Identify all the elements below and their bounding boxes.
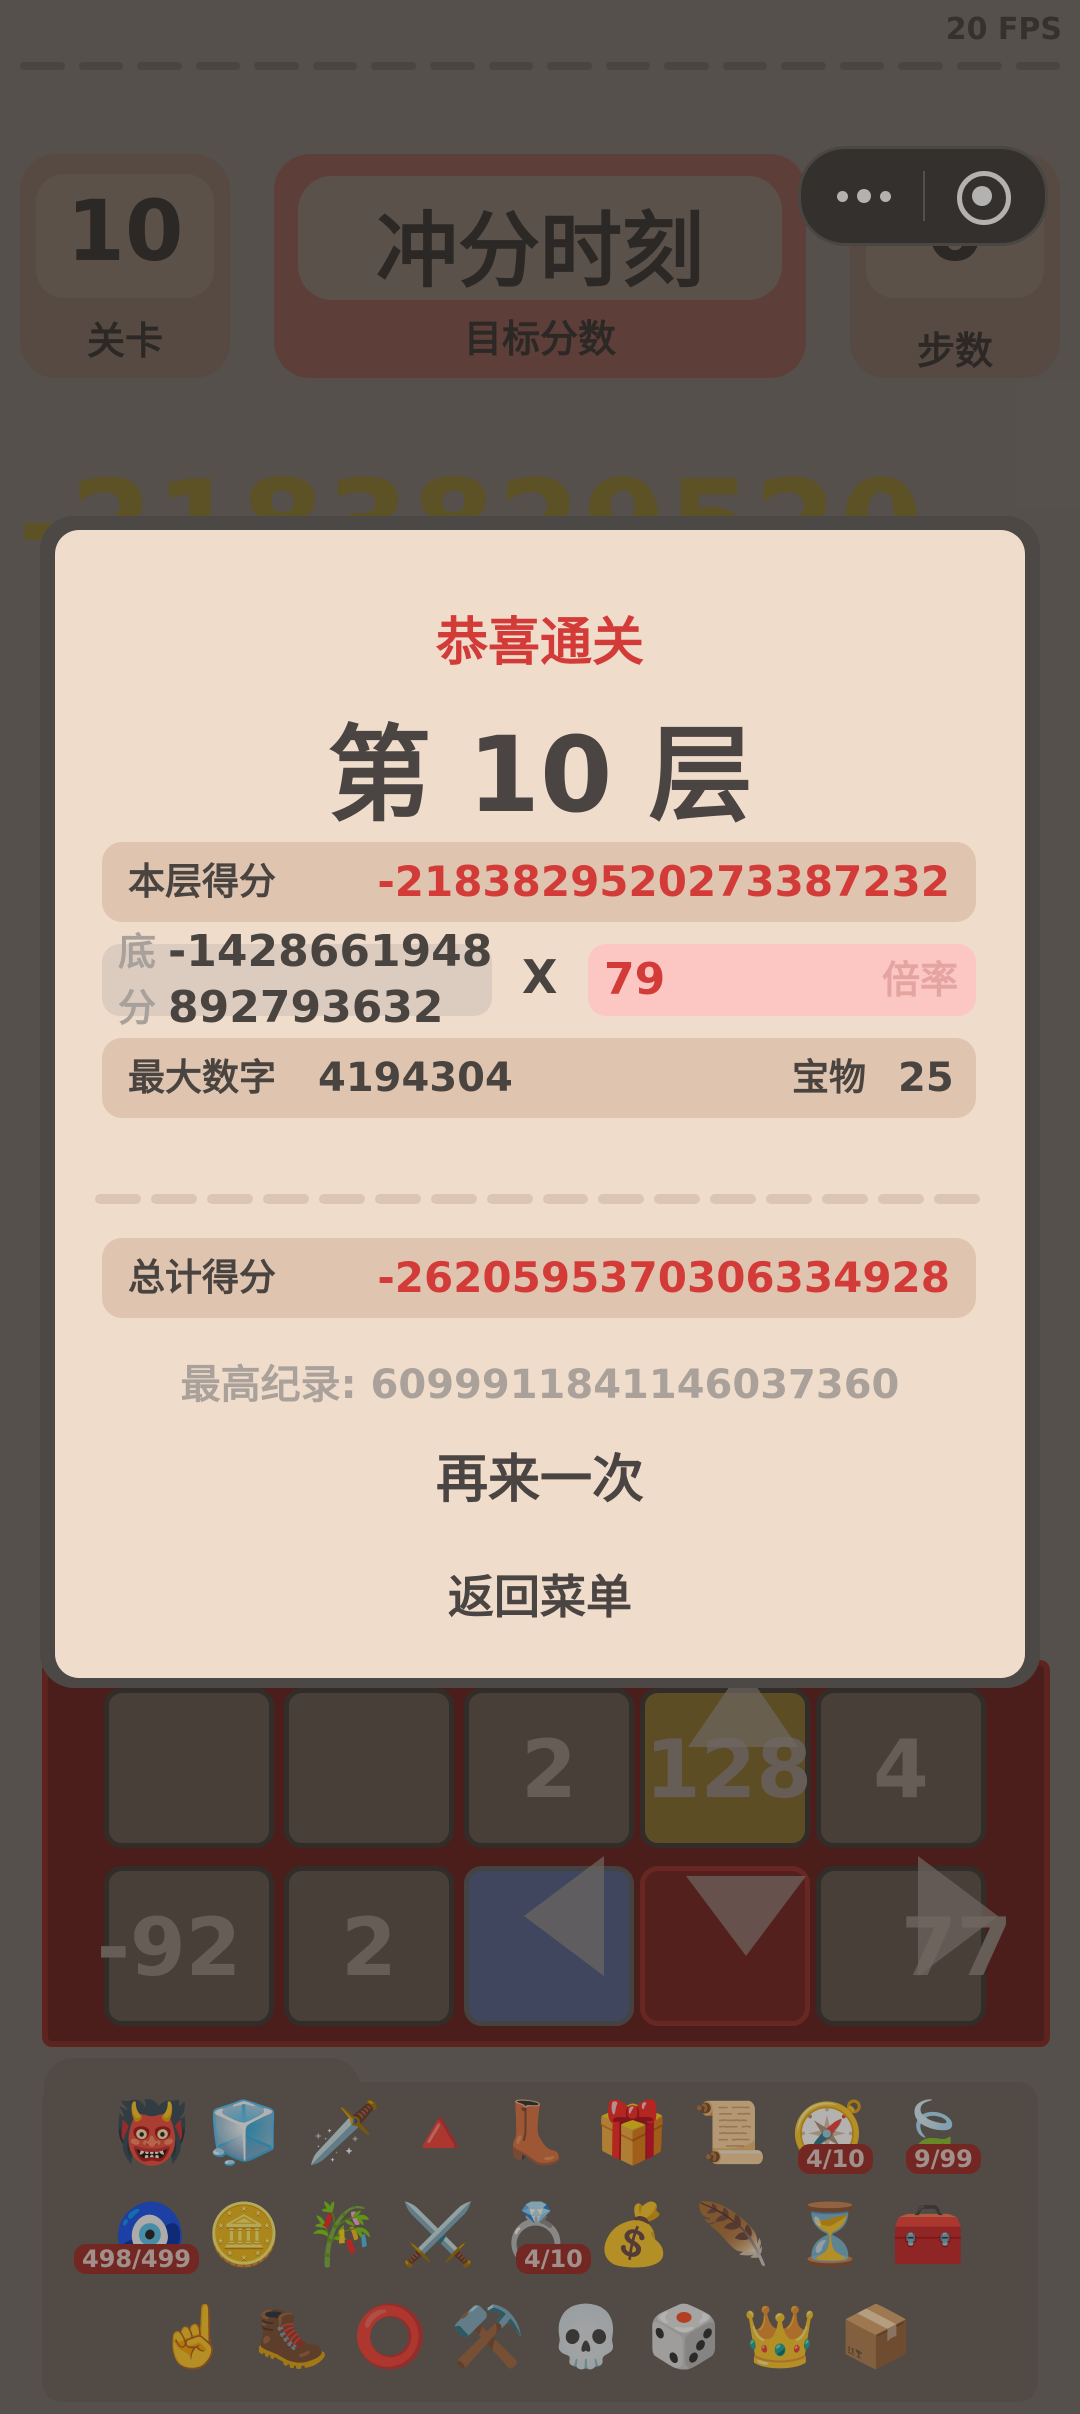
retry-button[interactable]: 再来一次 <box>390 1440 690 1520</box>
base-score-value: -1428661948 892793632 <box>168 926 493 1033</box>
back-to-menu-button[interactable]: 返回菜单 <box>390 1560 690 1634</box>
multiplier-value: 79 <box>604 954 666 1005</box>
floor-score-label: 本层得分 <box>128 860 276 903</box>
total-score-row: 总计得分 -2620595370306334928 <box>102 1238 976 1318</box>
multiplier-box: 79 倍率 <box>588 944 976 1016</box>
floor-score-value: -2183829520273387232 <box>377 857 950 906</box>
multiply-sign: X <box>522 950 558 1004</box>
dialog-divider <box>95 1194 980 1204</box>
multiplier-label: 倍率 <box>881 958 958 1002</box>
total-score-value: -2620595370306334928 <box>377 1253 950 1302</box>
base-score-label: 底分 <box>118 930 157 1030</box>
total-score-label: 总计得分 <box>128 1256 276 1299</box>
treasure-value: 25 <box>898 1055 954 1101</box>
best-record: 最高纪录: 6099911841146037360 <box>180 1362 900 1408</box>
max-number-row: 最大数字 4194304 宝物 25 <box>102 1038 976 1118</box>
max-number-value: 4194304 <box>318 1055 513 1101</box>
floor-heading: 第 10 层 <box>327 714 753 836</box>
treasure-label: 宝物 <box>792 1056 866 1099</box>
floor-score-row: 本层得分 -2183829520273387232 <box>102 842 976 922</box>
dialog-title: 恭喜通关 <box>435 613 644 673</box>
max-number-label: 最大数字 <box>128 1056 276 1099</box>
